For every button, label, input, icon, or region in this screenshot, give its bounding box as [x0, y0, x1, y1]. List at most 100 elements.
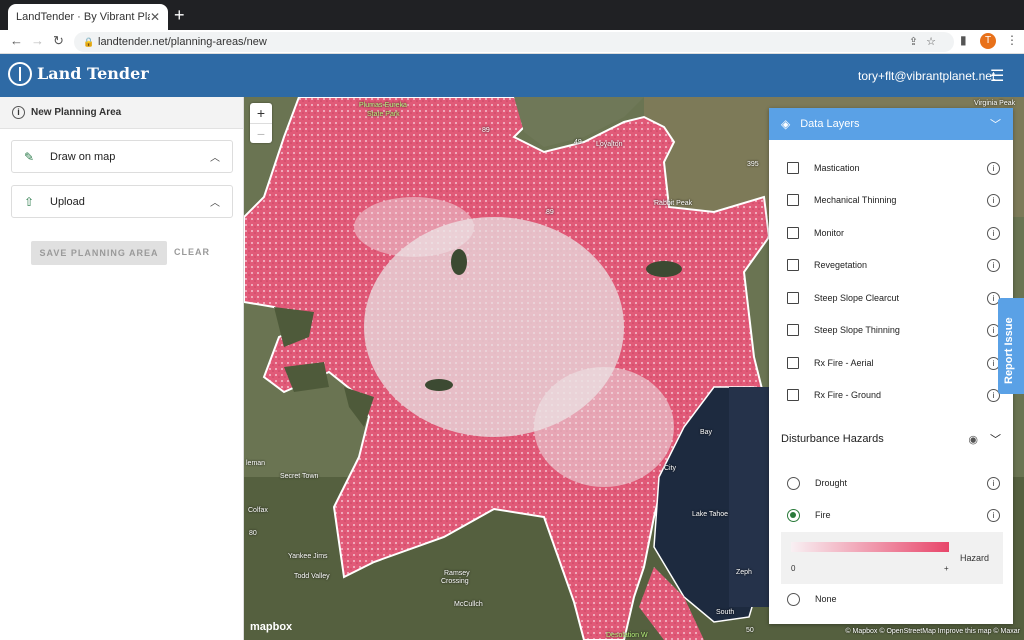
layer-row-rx-fire-ground[interactable]: Rx Fire - Ground i — [769, 385, 1013, 405]
clear-button[interactable]: CLEAR — [174, 247, 210, 257]
hamburger-menu-icon[interactable]: ☰ — [990, 66, 1004, 86]
map-attribution[interactable]: © Mapbox © OpenStreetMap Improve this ma… — [845, 628, 1020, 635]
browser-tab-strip: LandTender · By Vibrant Planet ✕ + — [0, 0, 1024, 30]
mapbox-logo[interactable]: mapbox — [250, 621, 292, 633]
save-planning-area-button[interactable]: SAVE PLANNING AREA — [31, 241, 167, 265]
route-label: 395 — [747, 161, 759, 168]
layer-row-mechanical-thinning[interactable]: Mechanical Thinning i — [769, 190, 1013, 210]
hazard-label: Drought — [815, 478, 848, 488]
data-layers-title: Data Layers — [800, 118, 860, 130]
back-icon[interactable]: ← — [10, 33, 23, 48]
data-layers-header[interactable]: ◈ Data Layers ﹀ — [769, 108, 1013, 140]
layer-label: Revegetation — [814, 260, 868, 270]
map-label: Crossing — [441, 578, 469, 585]
new-tab-icon[interactable]: + — [174, 6, 185, 24]
forward-icon[interactable]: → — [31, 33, 44, 48]
user-email[interactable]: tory+flt@vibrantplanet.net — [858, 69, 995, 83]
layer-row-steep-slope-clearcut[interactable]: Steep Slope Clearcut i — [769, 288, 1013, 308]
layer-row-steep-slope-thinning[interactable]: Steep Slope Thinning i — [769, 320, 1013, 340]
upload-icon: ⇧ — [24, 194, 35, 209]
route-label: 49 — [574, 139, 582, 146]
hazard-row-fire[interactable]: Fire i — [769, 505, 1013, 525]
menu-dots-icon[interactable]: ⋮ — [1006, 33, 1018, 47]
layer-row-rx-fire-aerial[interactable]: Rx Fire - Aerial i — [769, 353, 1013, 373]
map-label: Plumas-Eureka — [359, 102, 407, 109]
checkbox[interactable] — [787, 194, 799, 206]
layer-row-mastication[interactable]: Mastication i — [769, 158, 1013, 178]
hazard-gradient — [791, 542, 949, 552]
map-label: McCullch — [454, 601, 483, 608]
radio-button[interactable] — [787, 592, 800, 606]
legend-name: Hazard — [960, 553, 990, 563]
reload-icon[interactable]: ↻ — [53, 33, 64, 49]
hazard-row-drought[interactable]: Drought i — [769, 473, 1013, 493]
layer-label: Mastication — [814, 163, 860, 173]
info-icon[interactable]: i — [987, 476, 1000, 490]
checkbox[interactable] — [787, 259, 799, 271]
sidebar-toggle-icon[interactable]: ▮ — [960, 33, 967, 47]
report-issue-button[interactable]: Report Issue — [998, 298, 1024, 394]
layer-label: Mechanical Thinning — [814, 195, 897, 205]
route-label: 89 — [546, 209, 554, 216]
sidebar-title: New Planning Area — [31, 107, 122, 118]
layer-label: Steep Slope Clearcut — [814, 293, 900, 303]
layer-label: Monitor — [814, 228, 845, 238]
map-label: State Park — [367, 111, 400, 118]
map-label: South — [716, 609, 735, 616]
radio-button[interactable] — [787, 476, 800, 490]
checkbox[interactable] — [787, 389, 799, 401]
profile-avatar[interactable]: T — [980, 33, 996, 49]
legend-low: 0 — [791, 564, 796, 573]
zoom-out-button[interactable]: − — [250, 123, 272, 143]
map-label: Loyalton — [596, 141, 623, 148]
sidebar: i New Planning Area ✎ Draw on map ︿ ⇧ Up… — [0, 97, 244, 640]
info-icon[interactable]: i — [987, 508, 1000, 522]
map-label: Desolation W — [606, 632, 648, 639]
map-label: Zeph — [736, 569, 752, 576]
tree-logo-icon — [8, 62, 32, 86]
layer-label: Rx Fire - Ground — [814, 390, 882, 400]
checkbox[interactable] — [787, 357, 799, 369]
disturbance-hazards-header[interactable]: Disturbance Hazards ◉ ﹀ — [769, 428, 1013, 450]
hazard-label: Fire — [815, 510, 831, 520]
chevron-down-icon[interactable]: ﹀ — [990, 431, 1001, 447]
route-label: 50 — [746, 627, 754, 634]
info-icon[interactable]: i — [987, 193, 1000, 207]
info-icon[interactable]: i — [987, 258, 1000, 272]
route-label: 80 — [249, 530, 257, 537]
info-icon[interactable]: i — [987, 226, 1000, 240]
map-label: Ramsey — [444, 570, 470, 577]
map-label: Todd Valley — [294, 573, 330, 580]
url-text: landtender.net/planning-areas/new — [98, 36, 267, 48]
map-label: Virginia Peak — [974, 100, 1016, 107]
zoom-controls: + − — [250, 103, 272, 143]
map-label: City — [664, 465, 677, 472]
hazard-row-none[interactable]: None — [769, 589, 1013, 609]
info-icon[interactable]: i — [12, 106, 25, 119]
map-label: Lake Tahoe — [692, 511, 729, 518]
draw-on-map-accordion[interactable]: ✎ Draw on map ︿ — [11, 140, 233, 173]
upload-label: Upload — [50, 195, 85, 208]
chevron-down-icon: ﹀ — [990, 119, 1001, 131]
layer-row-revegetation[interactable]: Revegetation i — [769, 255, 1013, 275]
close-tab-icon[interactable]: ✕ — [150, 10, 160, 24]
checkbox[interactable] — [787, 292, 799, 304]
upload-accordion[interactable]: ⇧ Upload ︿ — [11, 185, 233, 218]
layer-label: Steep Slope Thinning — [814, 325, 900, 335]
url-input[interactable]: 🔒 landtender.net/planning-areas/new ⇪☆ — [74, 32, 954, 52]
zoom-in-button[interactable]: + — [250, 103, 272, 123]
info-icon[interactable]: i — [987, 161, 1000, 175]
app-logo-text[interactable]: Land Tender — [37, 64, 149, 83]
checkbox[interactable] — [787, 162, 799, 174]
chevron-up-icon: ︿ — [210, 198, 220, 209]
checkbox[interactable] — [787, 324, 799, 336]
checkbox[interactable] — [787, 227, 799, 239]
radio-button[interactable] — [787, 508, 800, 522]
report-issue-label: Report Issue — [1003, 317, 1015, 384]
share-star-icons[interactable]: ⇪☆ — [909, 32, 944, 52]
layer-row-monitor[interactable]: Monitor i — [769, 223, 1013, 243]
app-header: Land Tender tory+flt@vibrantplanet.net ☰ — [0, 54, 1024, 97]
eye-icon[interactable]: ◉ — [968, 433, 978, 446]
browser-tab[interactable]: LandTender · By Vibrant Planet ✕ — [8, 4, 168, 30]
map-label: Secret Town — [280, 473, 319, 480]
